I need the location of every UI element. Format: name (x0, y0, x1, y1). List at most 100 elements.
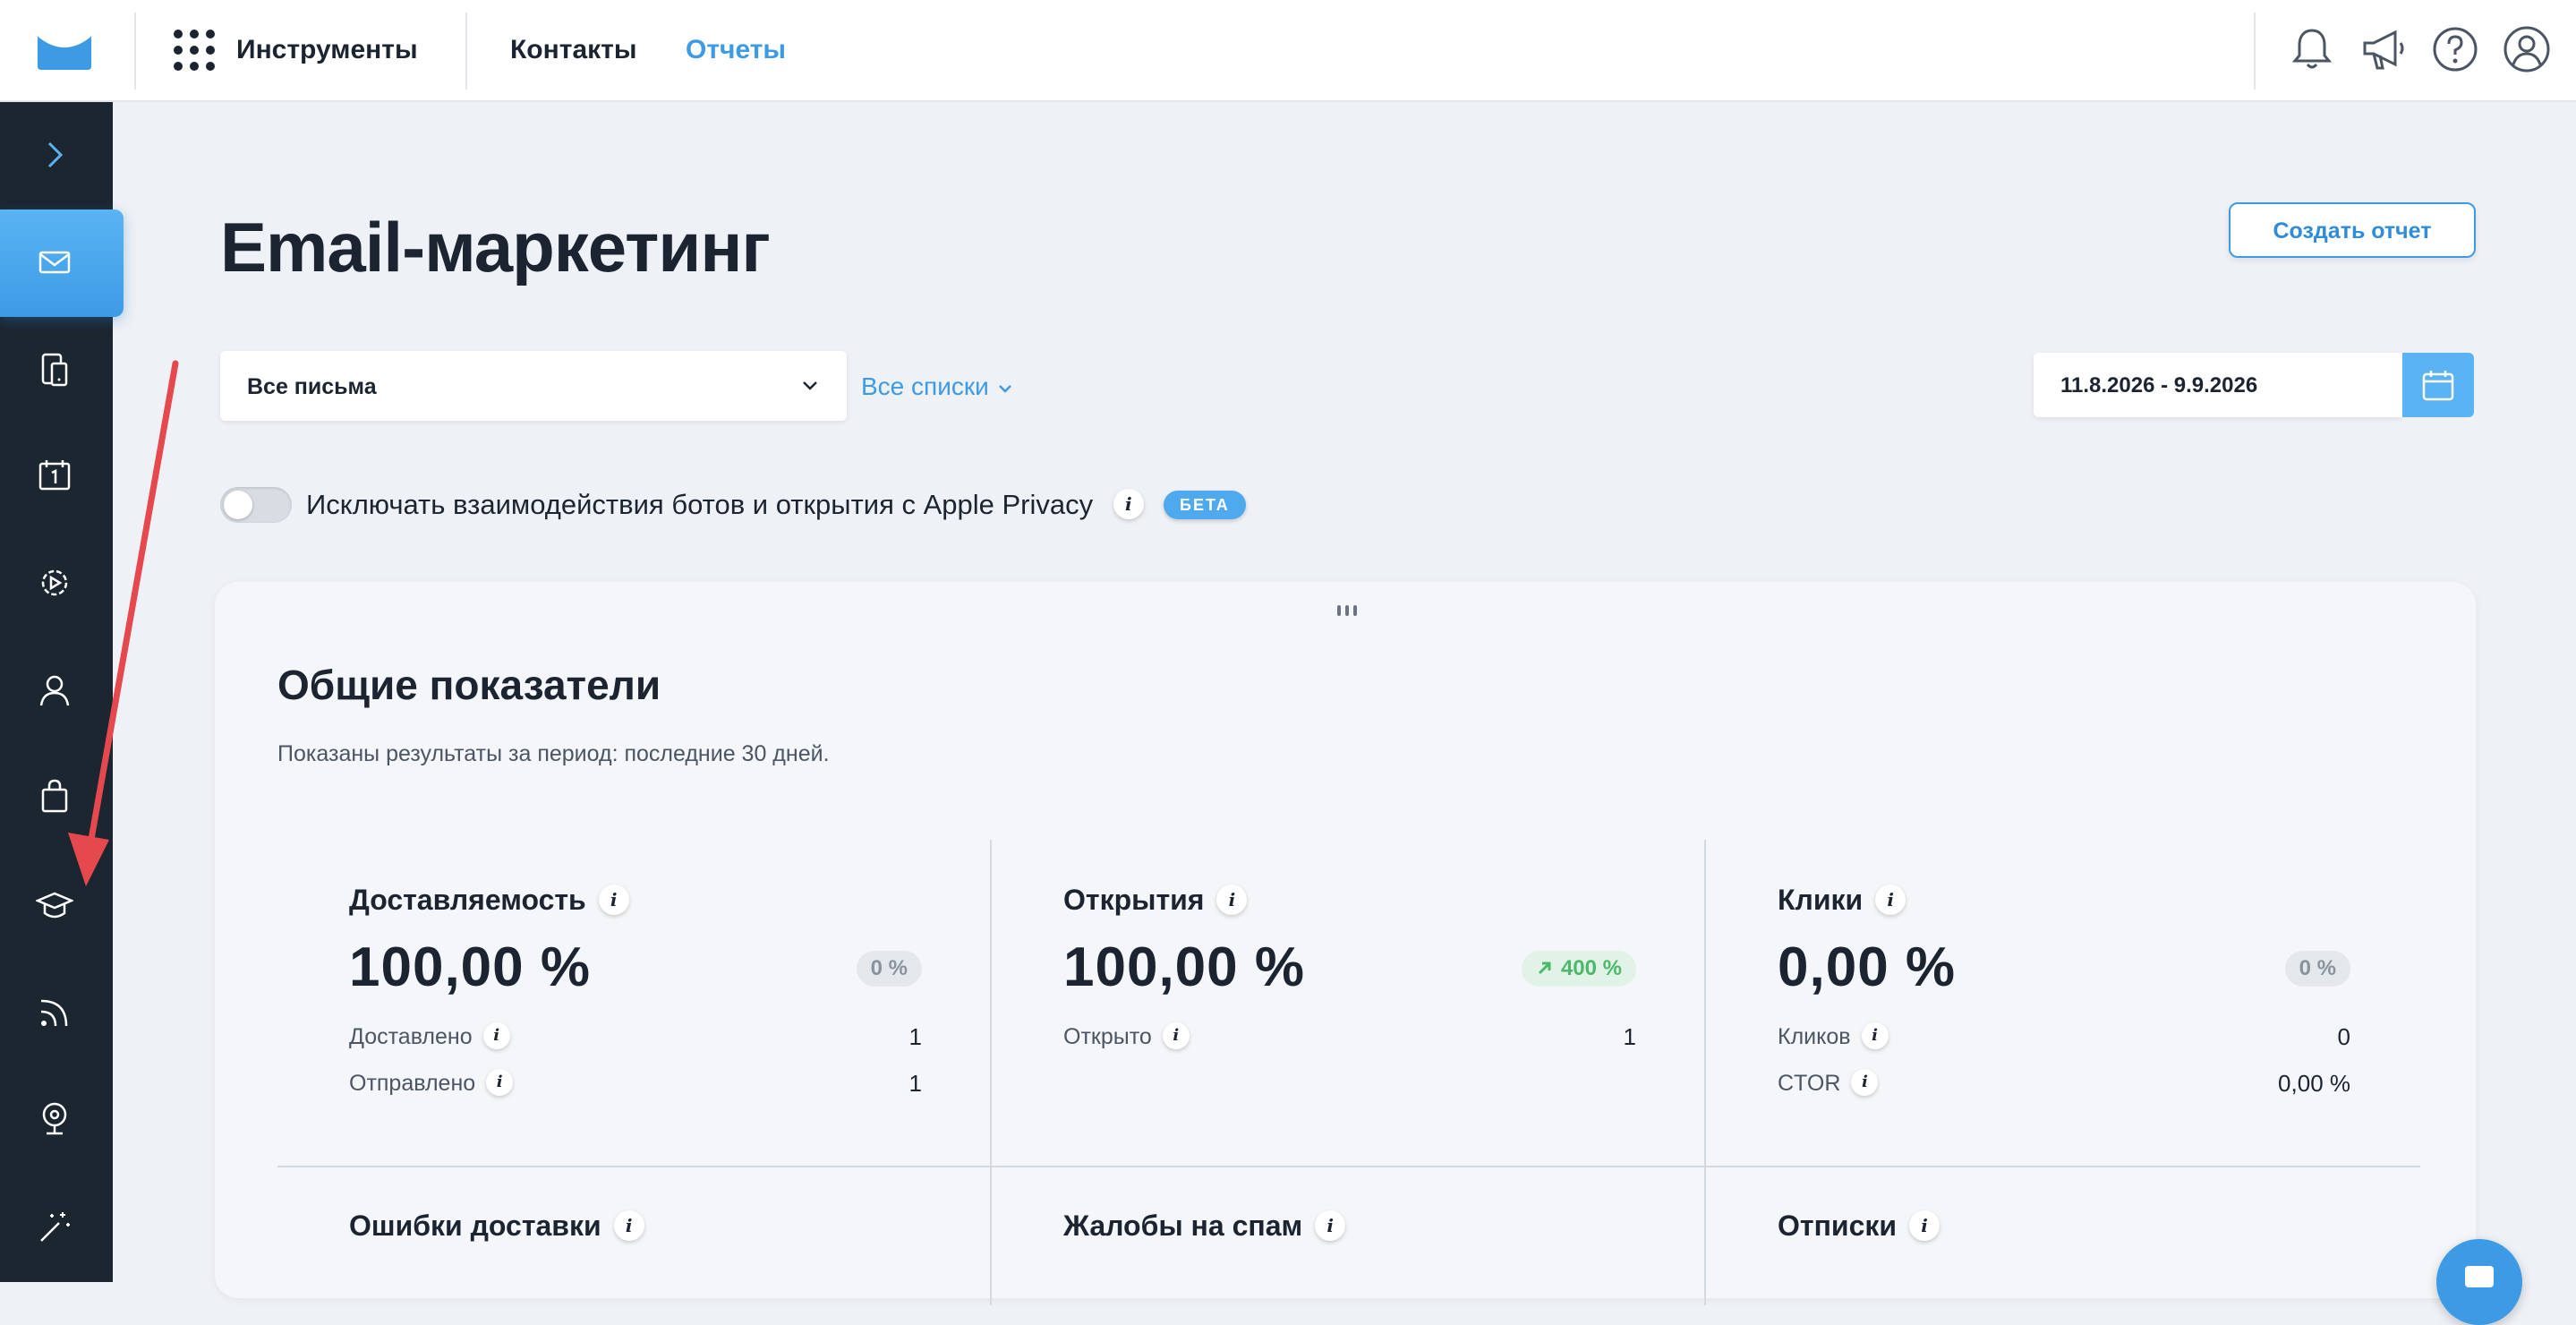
metric-title-text: Открытия (1063, 884, 1205, 916)
beta-badge: БЕТА (1164, 491, 1246, 519)
divider (2254, 13, 2256, 90)
automation-gear-icon (41, 569, 68, 596)
metric-title-text: Отписки (1778, 1210, 1898, 1242)
megaphone-icon[interactable] (2358, 23, 2410, 75)
lists-dropdown[interactable]: Все списки (861, 371, 1014, 403)
sidebar-item-contacts[interactable] (0, 637, 113, 743)
exclude-bots-toggle[interactable] (220, 487, 292, 523)
sidebar-expand[interactable] (0, 102, 113, 208)
info-icon[interactable]: i (1216, 884, 1248, 915)
trend-badge: 0 % (2284, 951, 2350, 987)
exclude-bots-label: Исключать взаимодействия ботов и открыти… (306, 487, 1144, 523)
row-label: CTOR (1778, 1071, 1841, 1096)
metric-value: 100,00 % (1063, 936, 1305, 998)
divider (277, 1166, 2420, 1167)
row-label: Доставлено (349, 1024, 473, 1049)
chat-button[interactable] (2436, 1239, 2522, 1325)
metric-title: Ошибки доставки i (349, 1207, 644, 1244)
metric-row: Отправлено i 1 (349, 1065, 922, 1101)
row-value: 1 (1623, 1023, 1636, 1050)
sidebar (0, 102, 124, 1282)
drag-handle-icon[interactable] (1337, 605, 1359, 618)
overview-title: Общие показатели (277, 662, 661, 708)
info-icon[interactable]: i (1851, 1069, 1879, 1097)
trend-up-arrow-icon (1538, 962, 1551, 974)
metric-title: Открытия i (1063, 881, 1248, 919)
row-value: 0 (2337, 1023, 2350, 1050)
sidebar-item-email[interactable] (0, 209, 124, 317)
sidebar-item-ecommerce[interactable] (0, 743, 113, 849)
sidebar-item-academy[interactable] (0, 852, 113, 958)
chevron-down-icon (998, 384, 1011, 393)
calendar-icon (38, 460, 71, 491)
chevron-down-icon (803, 381, 817, 390)
metric-title-text: Клики (1778, 884, 1864, 916)
sidebar-item-rss[interactable] (0, 960, 113, 1065)
sidebar-item-automation[interactable] (0, 530, 113, 636)
divider (990, 840, 992, 1305)
row-value: 0,00 % (2278, 1070, 2350, 1097)
row-value: 1 (908, 1070, 922, 1097)
webinar-icon (42, 1102, 67, 1135)
mobile-forms-icon (41, 353, 68, 387)
account-icon[interactable] (2501, 23, 2553, 75)
tools-menu[interactable]: Инструменты (236, 32, 418, 68)
divider (465, 13, 467, 90)
magic-wand-icon (40, 1212, 70, 1242)
overview-subtitle: Показаны результаты за период: последние… (277, 741, 830, 766)
chat-icon (2465, 1266, 2494, 1287)
metric-row: Доставлено i 1 (349, 1019, 922, 1055)
info-icon[interactable]: i (1861, 1022, 1889, 1050)
info-icon[interactable]: i (1909, 1210, 1941, 1241)
nav-contacts[interactable]: Контакты (510, 32, 636, 68)
exclude-bots-label-text: Исключать взаимодействия ботов и открыти… (306, 489, 1094, 520)
getresponse-logo-icon[interactable] (36, 30, 93, 72)
metric-title-text: Жалобы на спам (1063, 1210, 1303, 1242)
info-icon[interactable]: i (482, 1022, 510, 1050)
metric-row: CTOR i 0,00 % (1778, 1065, 2350, 1101)
info-icon[interactable]: i (1162, 1022, 1190, 1050)
calendar-button[interactable] (2402, 353, 2474, 417)
messages-select[interactable]: Все письма (220, 351, 847, 421)
metric-title: Жалобы на спам i (1063, 1207, 1346, 1244)
help-icon[interactable] (2429, 23, 2481, 75)
date-range-value: 11.8.2026 - 9.9.2026 (2060, 373, 2258, 398)
row-value: 1 (908, 1023, 922, 1050)
metric-title: Клики i (1778, 881, 1906, 919)
info-icon[interactable]: i (613, 1210, 644, 1241)
sidebar-item-calendar[interactable] (0, 423, 113, 528)
sidebar-item-ai-tools[interactable] (0, 1173, 113, 1278)
trend-badge-value: 400 % (1560, 956, 1622, 980)
page-title: Email-маркетинг (220, 208, 771, 286)
chevron-right-icon (47, 141, 64, 168)
bell-icon[interactable] (2286, 23, 2338, 75)
trend-badge: 400 % (1521, 951, 1636, 987)
academy-graduation-icon (36, 892, 73, 919)
sidebar-item-forms[interactable] (0, 317, 113, 423)
metric-title: Доставляемость i (349, 881, 629, 919)
divider (134, 13, 136, 90)
metric-value: 0,00 % (1778, 936, 1957, 998)
overview-card: Общие показатели Показаны результаты за … (215, 582, 2476, 1305)
email-icon (38, 251, 71, 274)
info-icon[interactable]: i (598, 884, 629, 915)
date-range-input[interactable]: 11.8.2026 - 9.9.2026 (2034, 353, 2402, 417)
calendar-icon (2422, 371, 2454, 401)
sidebar-item-webinars[interactable] (0, 1065, 113, 1171)
divider (1704, 840, 1706, 1305)
metric-row: Кликов i 0 (1778, 1019, 2350, 1055)
trend-badge: 0 % (856, 951, 922, 987)
metric-title-text: Доставляемость (349, 884, 586, 916)
info-icon[interactable]: i (1315, 1210, 1346, 1241)
lists-dropdown-label: Все списки (861, 372, 989, 400)
metric-row: Открыто i 1 (1063, 1019, 1636, 1055)
contacts-user-icon (39, 675, 70, 706)
info-icon[interactable]: i (1113, 488, 1144, 519)
create-report-button[interactable]: Создать отчет (2229, 202, 2476, 258)
nav-reports[interactable]: Отчеты (686, 32, 786, 68)
info-icon[interactable]: i (486, 1069, 514, 1097)
info-icon[interactable]: i (1875, 884, 1906, 915)
metric-value: 100,00 % (349, 936, 591, 998)
apps-grid-icon[interactable] (174, 30, 215, 71)
rss-icon (40, 999, 68, 1027)
